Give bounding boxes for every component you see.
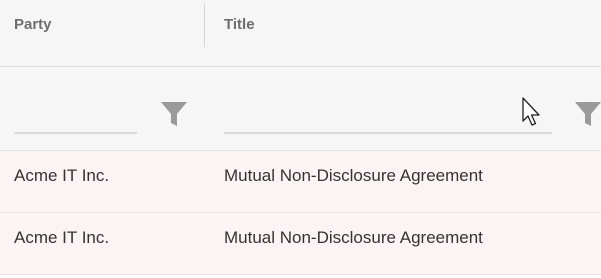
filter-icon[interactable] [160,101,188,127]
data-grid: Party Title Acme IT Inc. Mutual Non-Disc… [0,0,601,278]
mouse-pointer-icon [521,97,543,127]
cell-party: Acme IT Inc. [14,228,110,247]
party-filter-input[interactable] [14,95,137,134]
column-header-party[interactable]: Party [14,0,52,50]
cell-title: Mutual Non-Disclosure Agreement [224,228,483,247]
title-filter-input[interactable] [224,95,552,134]
column-header-title[interactable]: Title [224,0,255,50]
grid-filter-row [0,67,601,151]
column-resize-handle[interactable] [204,3,205,47]
table-row[interactable]: Acme IT Inc. Mutual Non-Disclosure Agree… [0,151,601,213]
cell-party: Acme IT Inc. [14,166,110,185]
grid-header-row: Party Title [0,0,601,67]
cell-title: Mutual Non-Disclosure Agreement [224,166,483,185]
table-row[interactable]: Acme IT Inc. Mutual Non-Disclosure Agree… [0,213,601,275]
filter-icon[interactable] [574,101,601,127]
